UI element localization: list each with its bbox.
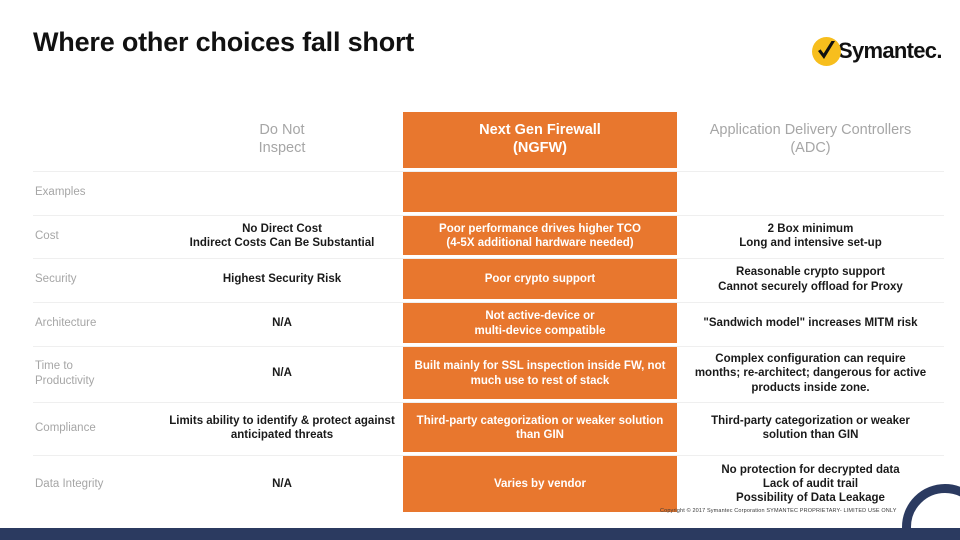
row-label-architecture: Architecture bbox=[35, 317, 97, 330]
cell-line1: Limits ability to identify & protect aga… bbox=[169, 414, 395, 427]
row-label-cost: Cost bbox=[35, 229, 59, 242]
cell-do-not-inspect: N/A bbox=[161, 347, 403, 400]
cell-line2: than GIN bbox=[516, 429, 564, 441]
column-header-line2: (NGFW) bbox=[513, 140, 567, 156]
cell-line1: Reasonable crypto support bbox=[736, 266, 885, 279]
cell-line3: products inside zone. bbox=[751, 381, 870, 394]
copyright-note: Copyright © 2017 Symantec Corporation SY… bbox=[660, 508, 897, 514]
cell-do-not-inspect: No Direct Cost Indirect Costs Can Be Sub… bbox=[161, 216, 403, 256]
cell-adc bbox=[677, 172, 944, 213]
column-header-line1: Application Delivery Controllers bbox=[709, 122, 912, 139]
cell-line2: much use to rest of stack bbox=[470, 374, 610, 387]
cell-adc: "Sandwich model" increases MITM risk bbox=[677, 303, 944, 344]
cell-line1: Third-party categorization or weaker sol… bbox=[416, 414, 664, 427]
cell-line1: Not active-device or bbox=[485, 310, 595, 323]
column-header-line2: Inspect bbox=[258, 140, 306, 156]
cell-ngfw bbox=[403, 172, 677, 213]
cell-line1: Poor performance drives higher TCO bbox=[439, 222, 641, 235]
table-row: Cost No Direct Cost Indirect Costs Can B… bbox=[33, 215, 944, 256]
slide-canvas: Where other choices fall short Symantec.… bbox=[0, 0, 960, 540]
cell-adc: 2 Box minimum Long and intensive set-up bbox=[677, 216, 944, 256]
row-label-compliance: Compliance bbox=[35, 421, 96, 434]
cell-do-not-inspect bbox=[161, 172, 403, 213]
table-row: Examples bbox=[33, 171, 944, 213]
cell-line1: N/A bbox=[272, 317, 292, 330]
row-label-data-integrity: Data Integrity bbox=[35, 477, 104, 490]
cell-line2: multi-device compatible bbox=[474, 324, 606, 337]
cell-line1: N/A bbox=[272, 367, 292, 380]
symantec-logo: Symantec. bbox=[812, 33, 942, 69]
cell-line1: Built mainly for SSL inspection inside F… bbox=[414, 360, 666, 373]
row-label-line2: Productivity bbox=[35, 374, 95, 387]
row-label-examples: Examples bbox=[35, 186, 86, 199]
symantec-wordmark: Symantec. bbox=[838, 38, 942, 63]
cell-do-not-inspect: N/A bbox=[161, 303, 403, 344]
cell-line2: Cannot securely offload for Proxy bbox=[718, 280, 903, 293]
cell-do-not-inspect: Limits ability to identify & protect aga… bbox=[161, 403, 403, 453]
cell-line1: Third-party categorization or weaker bbox=[711, 414, 910, 427]
column-header-line1: Next Gen Firewall bbox=[479, 122, 601, 139]
cell-line3: Possibility of Data Leakage bbox=[736, 492, 885, 504]
cell-line1: "Sandwich model" increases MITM risk bbox=[703, 317, 918, 330]
comparison-table: Do Not Inspect Next Gen Firewall (NGFW) … bbox=[33, 112, 944, 512]
cell-line2: (4-5X additional hardware needed) bbox=[446, 237, 634, 249]
cell-line2: Lack of audit trail bbox=[762, 477, 859, 490]
column-header-line2: (ADC) bbox=[790, 140, 831, 156]
column-header-ngfw: Next Gen Firewall (NGFW) bbox=[403, 112, 677, 168]
cell-line1: No Direct Cost bbox=[242, 222, 322, 235]
cell-adc: Reasonable crypto support Cannot securel… bbox=[677, 259, 944, 300]
cell-adc: Third-party categorization or weaker sol… bbox=[677, 403, 944, 453]
cell-line1: N/A bbox=[272, 477, 292, 490]
row-label-time-to-productivity: Time to Productivity bbox=[33, 347, 161, 400]
cell-line2: anticipated threats bbox=[230, 429, 334, 441]
cell-do-not-inspect: N/A bbox=[161, 456, 403, 512]
cell-line1: 2 Box minimum bbox=[767, 222, 854, 235]
table-row: Security Highest Security Risk Poor cryp… bbox=[33, 258, 944, 300]
page-title: Where other choices fall short bbox=[33, 27, 415, 57]
table-header-row: Do Not Inspect Next Gen Firewall (NGFW) … bbox=[33, 112, 944, 168]
cell-line1: No protection for decrypted data bbox=[721, 463, 900, 476]
bottom-accent-bar bbox=[0, 528, 960, 540]
header-corner-cell bbox=[33, 112, 161, 168]
cell-line1: Varies by vendor bbox=[493, 477, 587, 490]
cell-ngfw: Not active-device or multi-device compat… bbox=[403, 303, 677, 344]
row-label-security: Security bbox=[35, 273, 77, 286]
cell-line1: Poor crypto support bbox=[484, 273, 596, 286]
symantec-checkmark-icon bbox=[812, 36, 841, 66]
cell-line2: months; re-architect; dangerous for acti… bbox=[694, 367, 927, 380]
cell-do-not-inspect: Highest Security Risk bbox=[161, 259, 403, 300]
cell-line2: Indirect Costs Can Be Substantial bbox=[189, 237, 375, 249]
table-row: Data Integrity N/A Varies by vendor No p… bbox=[33, 455, 944, 512]
cell-line2: solution than GIN bbox=[762, 429, 859, 441]
cell-ngfw: Built mainly for SSL inspection inside F… bbox=[403, 347, 677, 400]
cell-ngfw: Poor crypto support bbox=[403, 259, 677, 300]
column-header-do-not-inspect: Do Not Inspect bbox=[161, 112, 403, 168]
cell-adc: No protection for decrypted data Lack of… bbox=[677, 456, 944, 512]
column-header-adc: Application Delivery Controllers (ADC) bbox=[677, 112, 944, 168]
cell-line2: Long and intensive set-up bbox=[739, 237, 882, 249]
column-header-line1: Do Not bbox=[259, 122, 305, 139]
table-row: Architecture N/A Not active-device or mu… bbox=[33, 302, 944, 344]
cell-line1: Highest Security Risk bbox=[222, 273, 342, 286]
table-row: Time to Productivity N/A Built mainly fo… bbox=[33, 346, 944, 400]
cell-ngfw: Third-party categorization or weaker sol… bbox=[403, 403, 677, 453]
cell-ngfw: Varies by vendor bbox=[403, 456, 677, 512]
table-row: Compliance Limits ability to identify & … bbox=[33, 402, 944, 453]
row-label-line1: Time to bbox=[35, 360, 73, 373]
cell-ngfw: Poor performance drives higher TCO (4-5X… bbox=[403, 216, 677, 256]
check-icon bbox=[818, 40, 835, 59]
cell-line1: Complex configuration can require bbox=[715, 353, 906, 366]
cell-adc: Complex configuration can require months… bbox=[677, 347, 944, 400]
